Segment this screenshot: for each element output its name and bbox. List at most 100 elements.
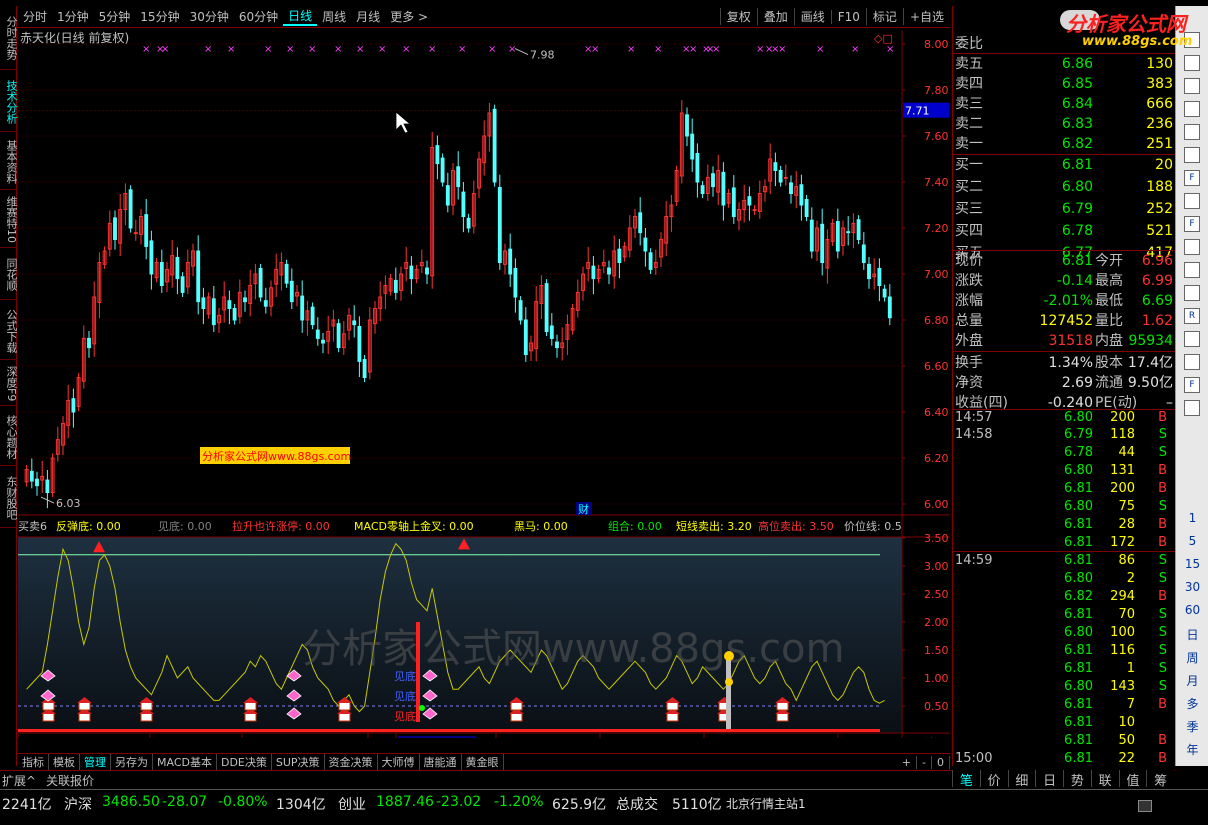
ask-row[interactable]: 卖四 6.85 383 [953, 74, 1175, 94]
indicator-tab-3[interactable]: 另存为 [111, 754, 153, 770]
tick-flag: B [1158, 589, 1167, 604]
left-tab-1[interactable]: 技术分析 [0, 72, 18, 132]
period-shortcut-4[interactable]: 60 [1176, 603, 1208, 617]
zoom-control-0[interactable]: + [897, 755, 918, 769]
period-shortcut-2[interactable]: 15 [1176, 557, 1208, 571]
indicator-tab-9[interactable]: 唐能通 [420, 754, 462, 770]
period-shortcut-9[interactable]: 季 [1176, 718, 1208, 735]
left-tab-7[interactable]: 核心题材 [0, 408, 18, 466]
period-shortcut-0[interactable]: 1 [1176, 511, 1208, 525]
indicator-tab-2[interactable]: 管理 [80, 754, 111, 770]
period-tab-6[interactable]: 日线 [283, 7, 318, 26]
quote-tab-5[interactable]: 联 [1090, 770, 1119, 789]
indicator-tab-5[interactable]: DDE决策 [217, 754, 272, 770]
quote-tab-4[interactable]: 势 [1063, 770, 1091, 789]
f10-icon[interactable]: F [1184, 170, 1200, 186]
period-tab-3[interactable]: 15分钟 [135, 8, 184, 25]
cai-marker[interactable]: 财 [578, 502, 589, 516]
expand-button[interactable]: 扩展^ [2, 772, 36, 789]
arrows-icon[interactable] [1184, 331, 1200, 347]
left-tab-5[interactable]: 公式下载 [0, 302, 18, 360]
left-tab-8[interactable]: 东财股吧 [0, 468, 18, 528]
bid-row[interactable]: 买一 6.81 20 [953, 155, 1175, 175]
pen-icon[interactable] [1184, 354, 1200, 370]
ask-row[interactable]: 卖五 6.86 130 [953, 54, 1175, 74]
candle-body [357, 325, 362, 362]
period-shortcut-10[interactable]: 年 [1176, 741, 1208, 758]
toolbar-button-4[interactable]: 标记 [865, 8, 903, 25]
signal-marker: × [402, 44, 410, 55]
ask-row[interactable]: 卖二 6.83 236 [953, 114, 1175, 134]
toolbar-button-0[interactable]: 复权 [719, 8, 757, 25]
toolbar-button-5[interactable]: +自选 [902, 8, 950, 25]
quote-tab-1[interactable]: 价 [979, 770, 1008, 789]
ask-price: 6.86 [1061, 56, 1093, 72]
signal-icon[interactable] [1138, 800, 1152, 812]
quote-tab-3[interactable]: 日 [1035, 770, 1063, 789]
candle-body [809, 219, 814, 252]
rsi-icon[interactable]: R [1184, 308, 1200, 324]
ask-row[interactable]: 卖一 6.82 251 [953, 134, 1175, 154]
period-tab-2[interactable]: 5分钟 [94, 8, 136, 25]
refresh-icon[interactable] [1184, 400, 1200, 416]
bar-icon[interactable] [1184, 147, 1200, 163]
circle-icon[interactable] [1184, 262, 1200, 278]
f12-icon[interactable]: F [1184, 216, 1200, 232]
histogram-icon[interactable] [1184, 239, 1200, 255]
candle-body [523, 319, 528, 355]
left-tab-6[interactable]: 深度F9 [0, 362, 18, 406]
period-tab-8[interactable]: 月线 [351, 8, 385, 25]
tick-price: 6.81 [1064, 751, 1093, 766]
bid-row[interactable]: 买四 6.78 521 [953, 221, 1175, 241]
left-tab-2[interactable]: 基本资料 [0, 134, 18, 190]
period-tab-4[interactable]: 30分钟 [185, 8, 234, 25]
quote-tab-0[interactable]: 笔 [952, 770, 980, 789]
period-tab-1[interactable]: 1分钟 [52, 8, 94, 25]
indicator-tab-0[interactable]: 指标 [18, 754, 49, 770]
indicator-tab-8[interactable]: 大师傅 [378, 754, 420, 770]
toolbar-button-1[interactable]: 叠加 [756, 8, 794, 25]
period-tab-9[interactable]: 更多 > [385, 8, 433, 25]
signal-marker: × [591, 44, 599, 55]
toolbar-button-2[interactable]: 画线 [793, 8, 831, 25]
f5-icon[interactable]: F [1184, 377, 1200, 393]
zoom-control-1[interactable]: - [917, 755, 932, 769]
bid-row[interactable]: 买三 6.79 252 [953, 199, 1175, 219]
left-tab-3[interactable]: 维赛特10 [0, 192, 18, 248]
indicator-tab-7[interactable]: 资金决策 [325, 754, 378, 770]
kline-chart-area[interactable]: 8.00 7.80 7.60 7.40 7.20 7.00 6.80 6.60 6.40 6.20… [17, 30, 950, 751]
toolbar-button-3[interactable]: F10 [830, 9, 866, 24]
indicator-tab-4[interactable]: MACD基本 [153, 754, 217, 770]
period-tab-5[interactable]: 60分钟 [234, 8, 283, 25]
quote-tab-7[interactable]: 筹 [1146, 770, 1174, 789]
period-shortcut-5[interactable]: 日 [1176, 626, 1208, 643]
period-shortcut-3[interactable]: 30 [1176, 580, 1208, 594]
related-quote-button[interactable]: 关联报价 [46, 772, 94, 789]
period-tab-0[interactable]: 分时 [18, 8, 52, 25]
period-tab-7[interactable]: 周线 [317, 8, 351, 25]
period-shortcut-6[interactable]: 周 [1176, 649, 1208, 666]
tick-row: 6.81 70 S [953, 606, 1175, 624]
indicator-tab-10[interactable]: 黄金眼 [462, 754, 504, 770]
indicator-tab-6[interactable]: SUP决策 [272, 754, 325, 770]
left-tab-0[interactable]: 分时走势 [0, 6, 18, 70]
wave-icon[interactable] [1184, 285, 1200, 301]
candle-icon[interactable] [1184, 124, 1200, 140]
line-chart-icon[interactable] [1184, 101, 1200, 117]
left-tab-4[interactable]: 同花顺 [0, 250, 18, 300]
period-shortcut-8[interactable]: 多 [1176, 695, 1208, 712]
bid-row[interactable]: 买二 6.80 188 [953, 177, 1175, 197]
quote-tab-6[interactable]: 值 [1118, 770, 1147, 789]
ask-row[interactable]: 卖三 6.84 666 [953, 94, 1175, 114]
indicator-tab-1[interactable]: 模板 [49, 754, 80, 770]
grid-icon[interactable] [1184, 78, 1200, 94]
period-shortcut-7[interactable]: 月 [1176, 672, 1208, 689]
index-icon[interactable] [1184, 193, 1200, 209]
kline-chart[interactable]: 8.00 7.80 7.60 7.40 7.20 7.00 6.80 6.60 6.40 6.20… [17, 30, 950, 751]
zoom-control-2[interactable]: 0 [932, 755, 950, 769]
signal-marker: × [227, 44, 235, 55]
quote-tab-2[interactable]: 细 [1007, 770, 1036, 789]
candle-body [867, 263, 871, 280]
list-icon[interactable] [1184, 55, 1200, 71]
period-shortcut-1[interactable]: 5 [1176, 534, 1208, 548]
